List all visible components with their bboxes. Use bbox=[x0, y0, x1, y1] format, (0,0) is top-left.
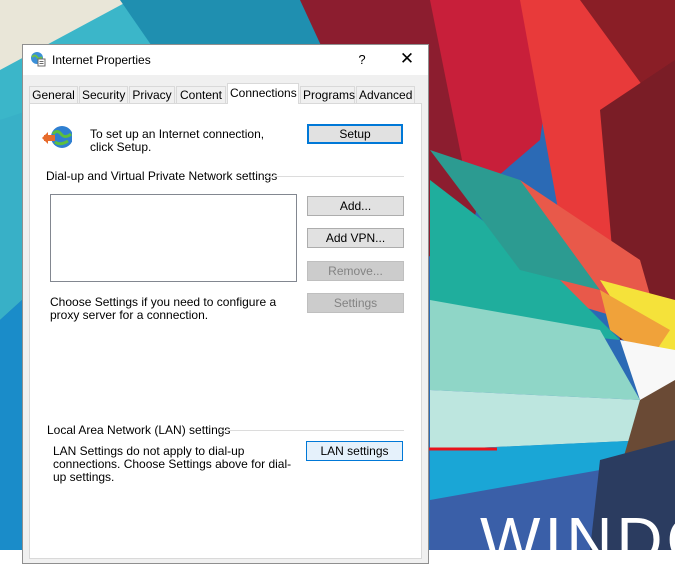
title-bar[interactable]: Internet Properties ? ✕ bbox=[23, 45, 428, 75]
internet-properties-dialog: Internet Properties ? ✕ General Security… bbox=[22, 44, 429, 564]
close-button[interactable]: ✕ bbox=[385, 45, 429, 75]
connections-panel: To set up an Internet connection, click … bbox=[29, 103, 422, 559]
remove-button[interactable]: Remove... bbox=[307, 261, 404, 281]
lan-group-divider bbox=[219, 430, 404, 431]
setup-description: To set up an Internet connection, click … bbox=[90, 127, 265, 154]
tab-programs[interactable]: Programs bbox=[300, 86, 355, 103]
tab-privacy[interactable]: Privacy bbox=[129, 86, 175, 103]
dialog-title: Internet Properties bbox=[52, 53, 151, 67]
internet-options-icon bbox=[31, 52, 46, 67]
add-button[interactable]: Add... bbox=[307, 196, 404, 216]
dialup-group-divider bbox=[264, 176, 404, 177]
windows-watermark: WINDO bbox=[480, 508, 675, 572]
lan-settings-button[interactable]: LAN settings bbox=[306, 441, 403, 461]
help-button[interactable]: ? bbox=[345, 45, 379, 75]
lan-group-label: Local Area Network (LAN) settings bbox=[47, 423, 231, 437]
tab-general[interactable]: General bbox=[29, 86, 78, 103]
dialup-group-label: Dial-up and Virtual Private Network sett… bbox=[46, 169, 278, 183]
settings-button[interactable]: Settings bbox=[307, 293, 404, 313]
tab-content[interactable]: Content bbox=[176, 86, 226, 103]
tab-connections[interactable]: Connections bbox=[227, 83, 299, 104]
tab-advanced[interactable]: Advanced bbox=[356, 86, 415, 103]
connections-listbox[interactable] bbox=[50, 194, 297, 282]
lan-description: LAN Settings do not apply to dial-up con… bbox=[53, 444, 292, 484]
tab-security[interactable]: Security bbox=[79, 86, 128, 103]
settings-description: Choose Settings if you need to configure… bbox=[50, 295, 277, 322]
setup-button[interactable]: Setup bbox=[307, 124, 403, 144]
network-setup-icon bbox=[42, 126, 72, 148]
add-vpn-button[interactable]: Add VPN... bbox=[307, 228, 404, 248]
